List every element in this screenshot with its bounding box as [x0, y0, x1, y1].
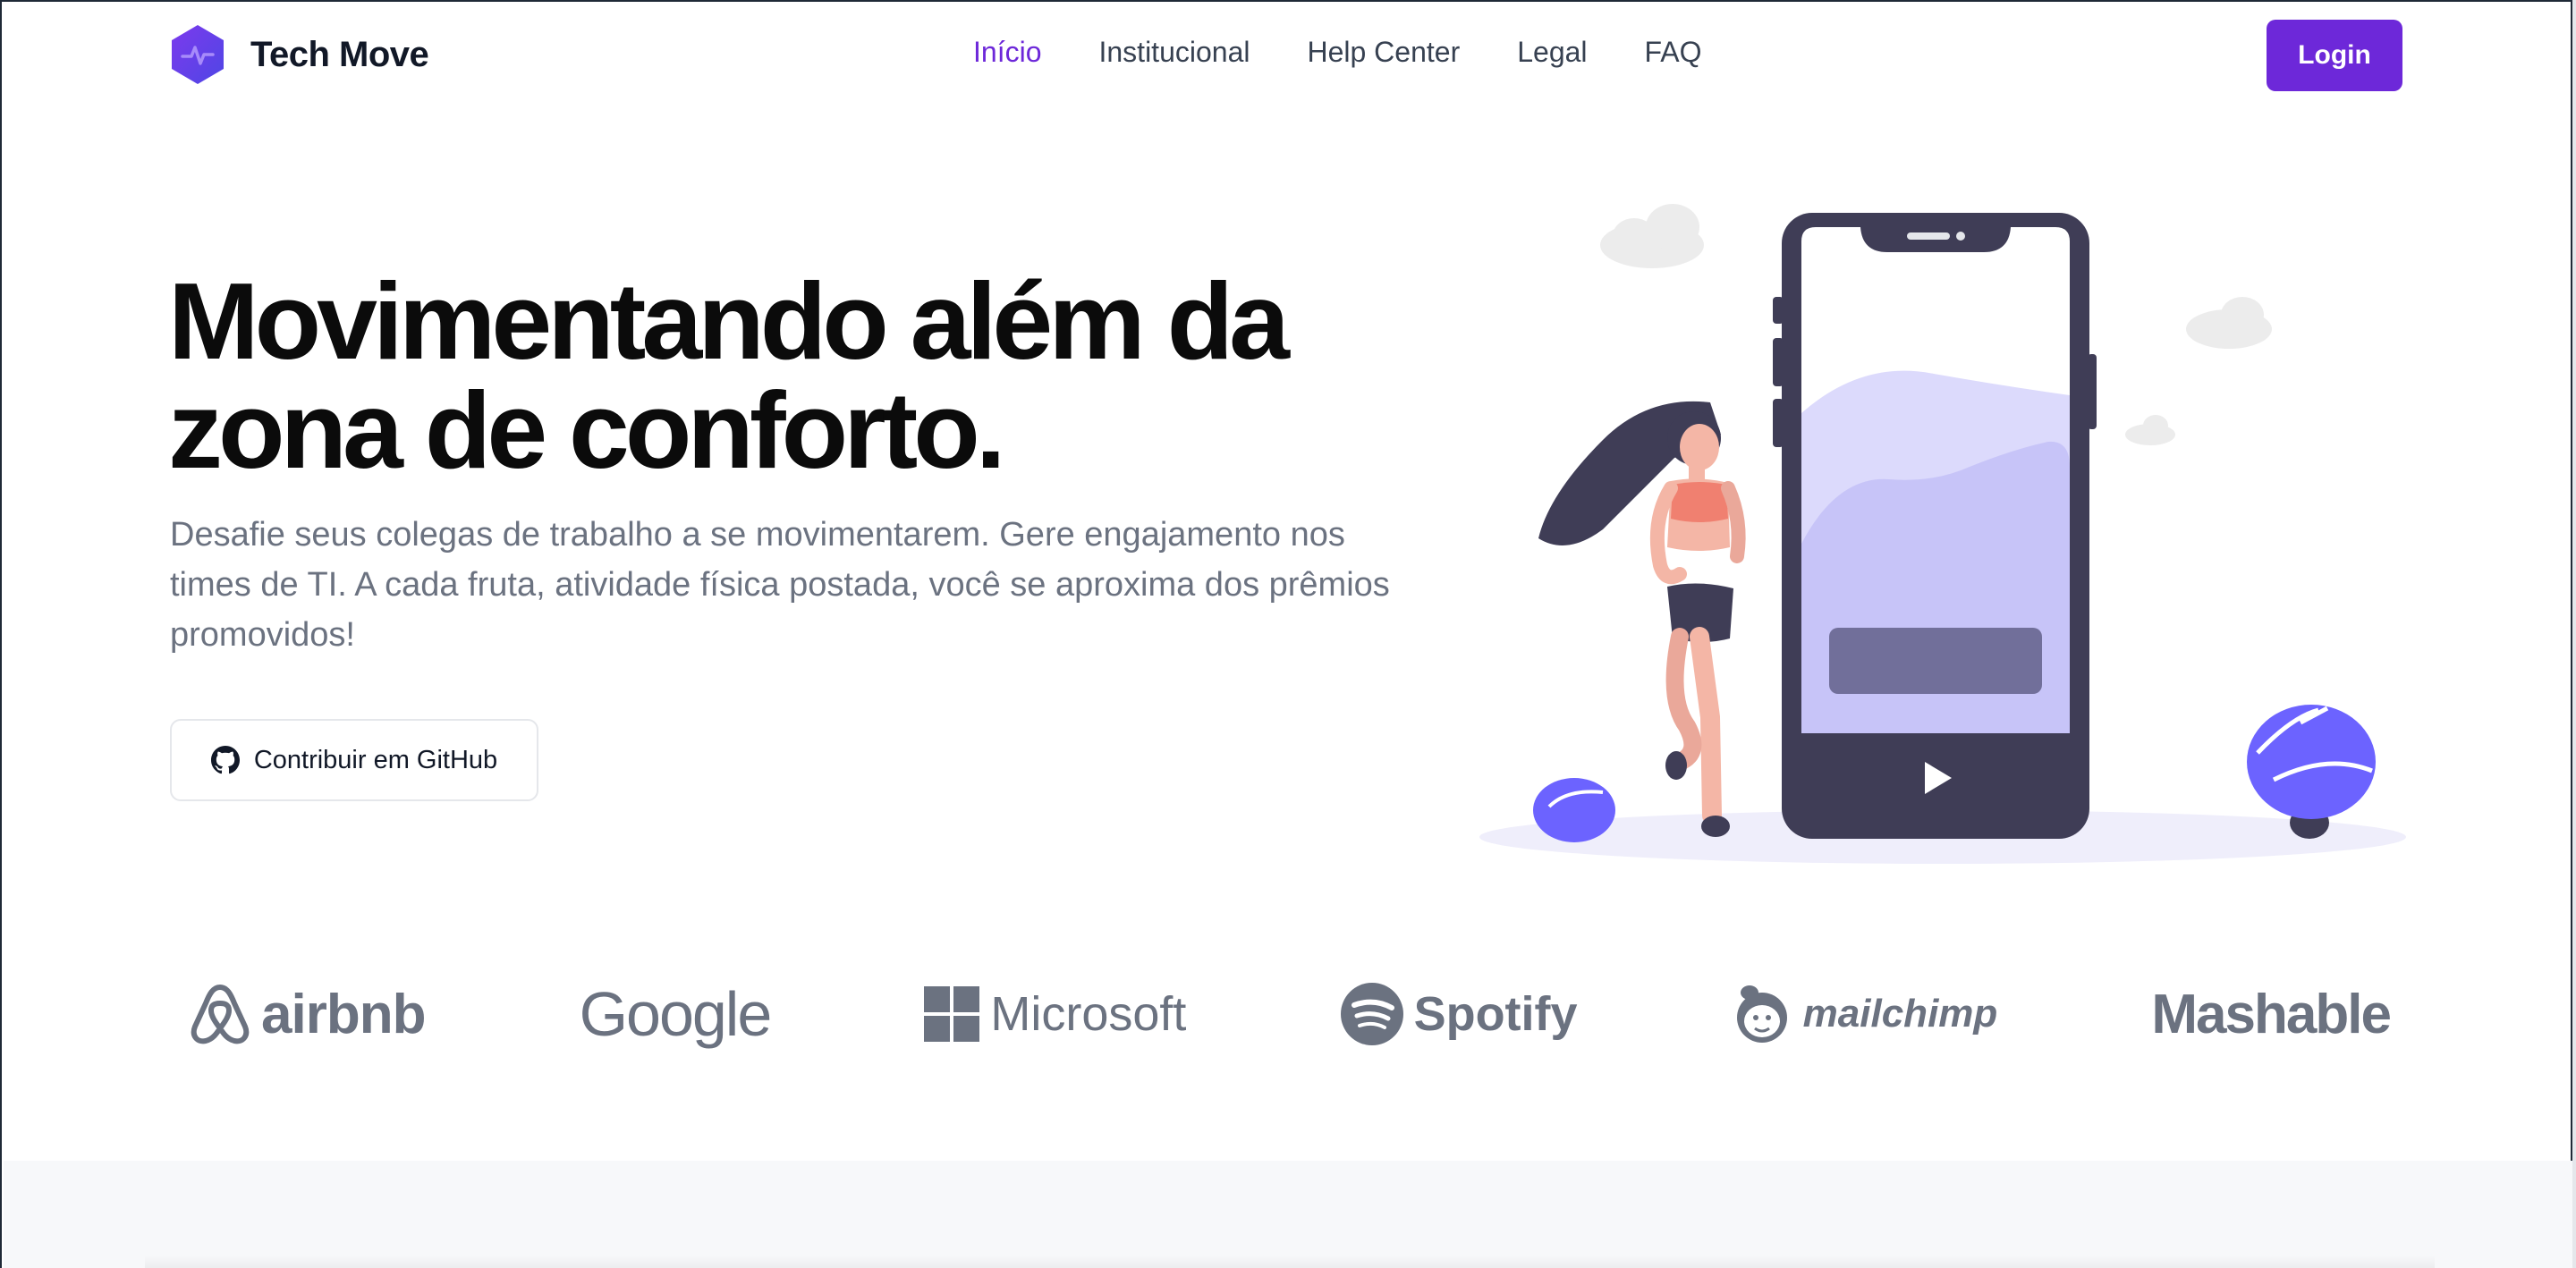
partner-name: mailchimp	[1802, 992, 1998, 1036]
partner-logos: airbnb Google Microsoft Spotify mailchim…	[190, 969, 2392, 1059]
airbnb-icon	[191, 985, 250, 1044]
hero-illustration	[1479, 204, 2406, 864]
bush-illustration	[1533, 778, 1615, 842]
window-edge	[2572, 0, 2576, 1268]
hero-title-line-2: zona de conforto.	[168, 369, 1006, 491]
hero-title: Movimentando além da zona de conforto.	[168, 266, 1420, 485]
partner-name: Microsoft	[990, 987, 1187, 1041]
login-button[interactable]: Login	[2267, 20, 2402, 91]
next-section-background	[4, 1161, 2572, 1268]
mailchimp-icon	[1736, 985, 1787, 1043]
cloud-icon	[1600, 204, 1704, 268]
section-shadow	[145, 1255, 2435, 1268]
cloud-icon	[2186, 297, 2272, 349]
cloud-icon	[2125, 415, 2175, 445]
partner-logo-airbnb: airbnb	[190, 982, 426, 1046]
partner-logo-microsoft: Microsoft	[924, 986, 1186, 1042]
partner-name: Spotify	[1413, 987, 1578, 1041]
github-contribute-button[interactable]: Contribuir em GitHub	[170, 719, 538, 801]
github-icon	[210, 746, 240, 774]
main-nav: Início Institucional Help Center Legal F…	[973, 36, 1702, 69]
hexagon-pulse-logo-icon	[172, 25, 224, 84]
nav-item-institucional[interactable]: Institucional	[1098, 36, 1250, 69]
navbar: Tech Move Início Institucional Help Cent…	[2, 2, 2571, 109]
brand-link[interactable]: Tech Move	[168, 23, 429, 86]
nav-item-faq[interactable]: FAQ	[1645, 36, 1702, 69]
runner-woman-illustration	[1538, 401, 1746, 837]
spotify-icon	[1340, 983, 1403, 1045]
brand-name: Tech Move	[250, 34, 429, 74]
partner-logo-spotify: Spotify	[1340, 983, 1578, 1045]
partner-name: airbnb	[261, 983, 426, 1045]
microsoft-icon	[924, 986, 980, 1042]
nav-item-inicio[interactable]: Início	[973, 36, 1041, 69]
page-frame: Tech Move Início Institucional Help Cent…	[0, 0, 2572, 1268]
partner-logo-google: Google	[579, 978, 773, 1050]
smartphone-illustration	[1773, 213, 2097, 839]
nav-item-help-center[interactable]: Help Center	[1307, 36, 1460, 69]
partner-name: Google	[579, 979, 773, 1049]
hero-title-line-1: Movimentando além da	[168, 260, 1290, 382]
github-button-label: Contribuir em GitHub	[253, 745, 498, 774]
partner-logo-mailchimp: mailchimp	[1732, 982, 1998, 1046]
hero-description: Desafie seus colegas de trabalho a se mo…	[170, 516, 1390, 654]
partner-name: Mashable	[2151, 983, 2392, 1045]
partner-logo-mashable: Mashable	[2151, 983, 2392, 1046]
nav-item-legal[interactable]: Legal	[1517, 36, 1587, 69]
